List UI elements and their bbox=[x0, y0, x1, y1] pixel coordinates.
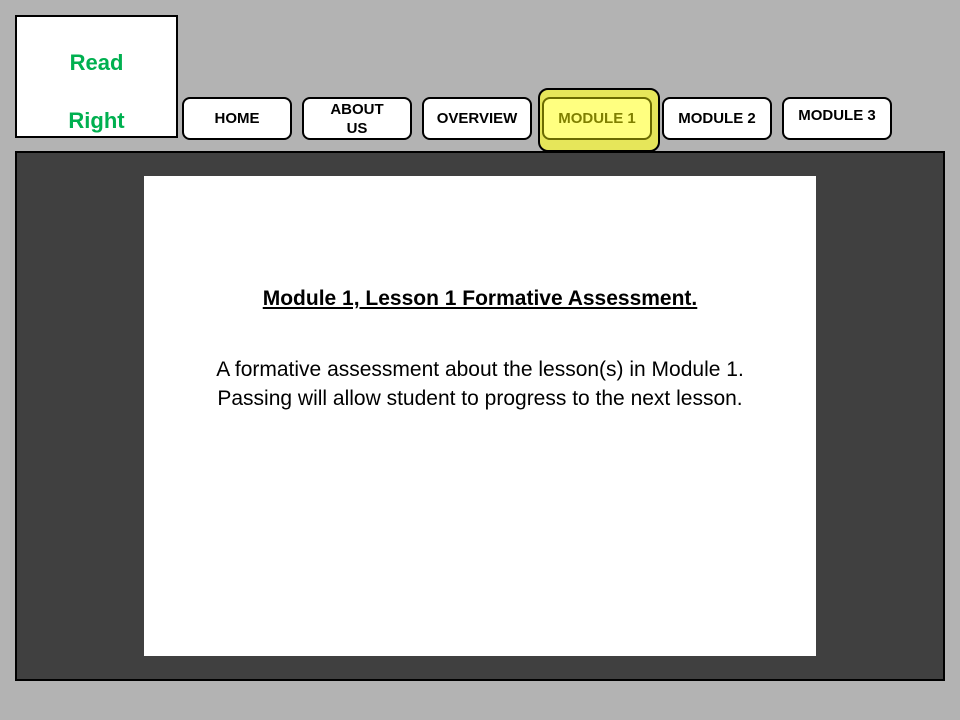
nav-overview-label: OVERVIEW bbox=[436, 110, 518, 127]
nav-home-label: HOME bbox=[214, 110, 260, 127]
nav-module-3-label: MODULE 3 bbox=[798, 107, 876, 124]
logo-line-2: Right bbox=[68, 107, 125, 133]
logo-line-1: Read bbox=[69, 49, 124, 75]
nav-module-3-button[interactable]: MODULE 3 bbox=[782, 97, 892, 140]
lesson-description: A formative assessment about the lesson(… bbox=[144, 355, 816, 413]
nav-module-2-label: MODULE 2 bbox=[678, 110, 756, 127]
lesson-description-line-2: Passing will allow student to progress t… bbox=[217, 387, 743, 410]
nav-module-1-button[interactable]: MODULE 1 bbox=[542, 97, 652, 140]
nav-module-2-button[interactable]: MODULE 2 bbox=[662, 97, 772, 140]
lesson-title: Module 1, Lesson 1 Formative Assessment. bbox=[262, 287, 698, 310]
content-page: Module 1, Lesson 1 Formative Assessment.… bbox=[144, 176, 816, 656]
nav-about-us-label: ABOUT US bbox=[330, 100, 384, 137]
lesson-description-line-1: A formative assessment about the lesson(… bbox=[216, 358, 744, 381]
nav-about-us-button[interactable]: ABOUT US bbox=[302, 97, 412, 140]
logo-box[interactable]: Read Right bbox=[15, 15, 178, 138]
logo-text: Read Right bbox=[57, 19, 137, 135]
nav-home-button[interactable]: HOME bbox=[182, 97, 292, 140]
nav-overview-button[interactable]: OVERVIEW bbox=[422, 97, 532, 140]
nav-module-1-label: MODULE 1 bbox=[558, 110, 636, 127]
